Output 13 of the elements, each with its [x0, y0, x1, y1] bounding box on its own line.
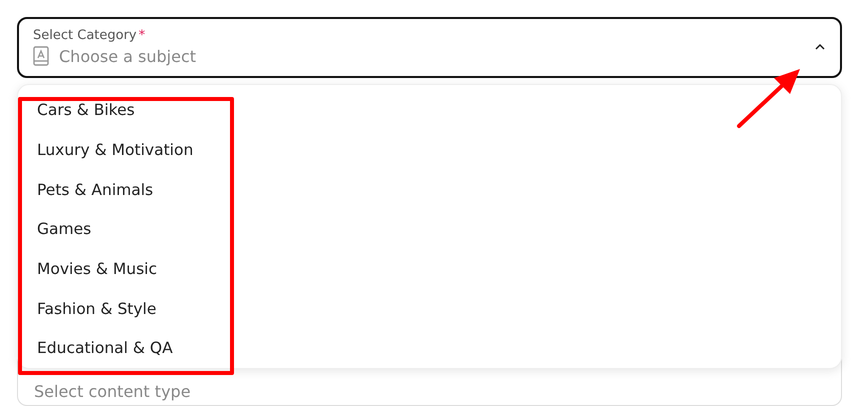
- book-icon: [33, 46, 49, 66]
- content-type-select[interactable]: Select content type: [17, 359, 842, 406]
- dropdown-option[interactable]: Luxury & Motivation: [18, 130, 194, 170]
- dropdown-option[interactable]: Pets & Animals: [18, 170, 154, 210]
- select-placeholder: Choose a subject: [59, 46, 196, 66]
- category-select[interactable]: Select Category* Choose a subject: [17, 17, 842, 78]
- dropdown-option[interactable]: Games: [18, 210, 92, 250]
- field-label: Select Category: [33, 28, 137, 44]
- caret-icon: [814, 43, 826, 52]
- dropdown-option[interactable]: Fashion & Style: [18, 288, 156, 329]
- dropdown-option[interactable]: Cars & Bikes: [18, 90, 135, 130]
- dropdown-option[interactable]: Movies & Music: [18, 249, 157, 289]
- required-mark: *: [138, 28, 146, 44]
